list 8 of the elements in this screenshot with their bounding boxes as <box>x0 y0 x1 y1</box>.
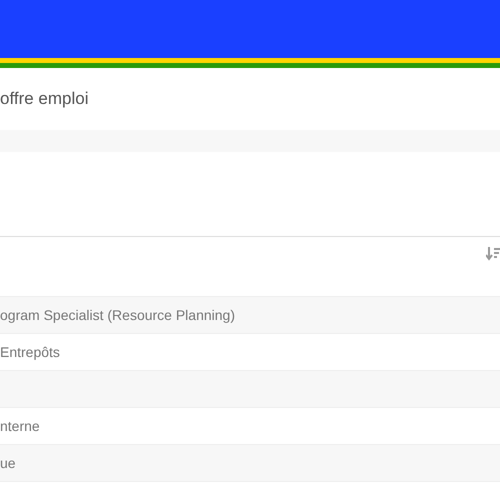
row-text: nterne <box>0 418 40 434</box>
list-row[interactable]: ogram Specialist (Resource Planning) <box>0 297 500 334</box>
row-text: ue <box>0 455 16 471</box>
row-text: ogram Specialist (Resource Planning) <box>0 307 235 323</box>
row-text: Entrepôts <box>0 344 60 360</box>
list-row[interactable]: ue <box>0 445 500 482</box>
page-title: offre emploi <box>0 88 89 108</box>
sort-icon[interactable] <box>486 246 500 262</box>
